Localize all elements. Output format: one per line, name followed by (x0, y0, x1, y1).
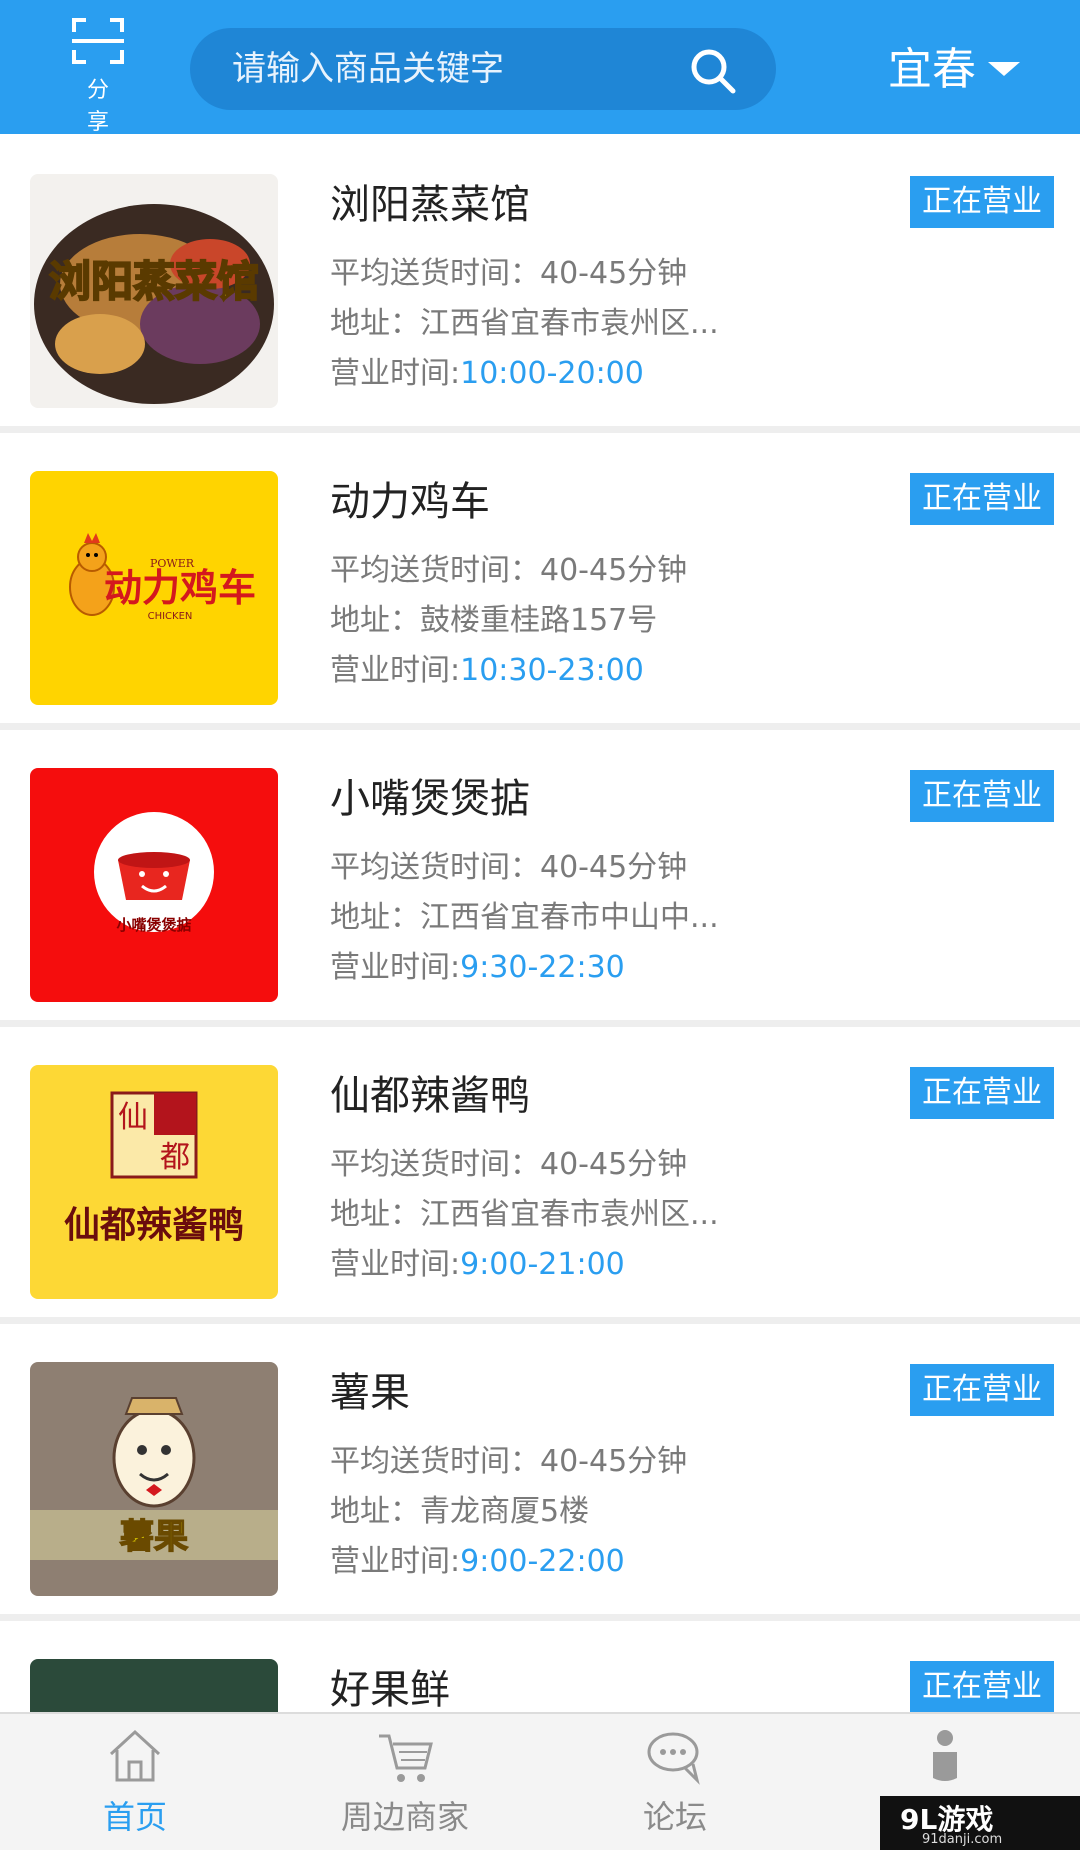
hours-value: 10:30-23:00 (460, 653, 644, 688)
business-hours: 营业时间:10:00-20:00 (330, 348, 644, 392)
chat-icon (647, 1732, 700, 1785)
delivery-time: 平均送货时间：40-45分钟 (330, 553, 688, 588)
store-item[interactable]: POWER 动力鸡车 CHICKEN 动力鸡车 正在营业 平均送货时间：40-4… (0, 433, 1080, 723)
store-address: 地址：鼓楼重桂路157号 (330, 603, 658, 638)
status-badge: 正在营业 (910, 1067, 1054, 1119)
store-name: 好果鲜 (330, 1667, 450, 1712)
logo-seal-top: 仙 (118, 1100, 148, 1135)
tab-label: 论坛 (642, 1798, 707, 1836)
store-item[interactable]: 浏阳蒸菜馆 浏阳蒸菜馆 正在营业 平均送货时间：40-45分钟 地址：江西省宜春… (0, 136, 1080, 426)
hours-label: 营业时间: (330, 653, 461, 688)
business-hours: 营业时间:9:00-22:00 (330, 1536, 625, 1580)
store-logo: 仙 都 仙都辣酱鸭 (30, 1065, 278, 1299)
person-icon (933, 1730, 957, 1781)
status-badge: 正在营业 (910, 1364, 1054, 1416)
home-icon (109, 1729, 161, 1782)
store-logo: 浏阳蒸菜馆 (30, 174, 278, 408)
tab-nearby[interactable]: 周边商家 (270, 1714, 540, 1850)
logo-text: 仙都辣酱鸭 (64, 1204, 244, 1246)
tab-home[interactable]: 首页 (0, 1714, 270, 1850)
status-badge: 正在营业 (910, 176, 1054, 228)
store-address: 地址：江西省宜春市袁州区... (330, 1197, 719, 1232)
cart-icon (379, 1734, 433, 1782)
app-header: 分 享 宜春 (0, 0, 1080, 135)
search-input[interactable] (232, 46, 692, 92)
status-badge: 正在营业 (910, 473, 1054, 525)
store-logo: 薯果 (30, 1362, 278, 1596)
business-hours: 营业时间:9:30-22:30 (330, 942, 625, 986)
store-name: 小嘴煲煲掂 (330, 776, 530, 822)
tab-label: 首页 (102, 1798, 167, 1836)
hours-value: 10:00-20:00 (460, 356, 644, 391)
store-name: 薯果 (330, 1370, 410, 1416)
city-selector[interactable]: 宜春 (888, 30, 1020, 100)
tab-label: 周边商家 (340, 1798, 469, 1836)
hours-value: 9:00-22:00 (460, 1544, 625, 1579)
scan-icon (72, 18, 124, 64)
hours-label: 营业时间: (330, 1544, 461, 1579)
logo-sub-bottom: CHICKEN (148, 611, 193, 622)
business-hours: 营业时间:9:00-21:00 (330, 1239, 625, 1283)
hours-label: 营业时间: (330, 950, 461, 985)
delivery-time: 平均送货时间：40-45分钟 (330, 1444, 688, 1479)
watermark-sub: 91danji.com (922, 1832, 1003, 1847)
store-logo (30, 1659, 278, 1712)
site-watermark: 9L游戏 91danji.com (880, 1796, 1080, 1850)
store-name: 浏阳蒸菜馆 (330, 182, 530, 228)
store-item[interactable]: 好果鲜 正在营业 (0, 1621, 1080, 1712)
logo-text: 浏阳蒸菜馆 (49, 257, 259, 306)
store-logo: POWER 动力鸡车 CHICKEN (30, 471, 278, 705)
delivery-time: 平均送货时间：40-45分钟 (330, 1147, 688, 1182)
logo-text: 薯果 (120, 1517, 188, 1557)
delivery-time: 平均送货时间：40-45分钟 (330, 256, 688, 291)
store-address: 地址：江西省宜春市中山中... (330, 900, 719, 935)
delivery-time: 平均送货时间：40-45分钟 (330, 850, 688, 885)
store-address: 地址：江西省宜春市袁州区... (330, 306, 719, 341)
tab-forum[interactable]: 论坛 (540, 1714, 810, 1850)
chevron-down-icon (988, 62, 1020, 76)
business-hours: 营业时间:10:30-23:00 (330, 645, 644, 689)
store-item[interactable]: 仙 都 仙都辣酱鸭 仙都辣酱鸭 正在营业 平均送货时间：40-45分钟 地址：江… (0, 1027, 1080, 1317)
logo-seal-bottom: 都 (160, 1140, 190, 1175)
store-item[interactable]: 小嘴煲煲掂 小嘴煲煲掂 正在营业 平均送货时间：40-45分钟 地址：江西省宜春… (0, 730, 1080, 1020)
hours-value: 9:00-21:00 (460, 1247, 625, 1282)
store-address: 地址：青龙商厦5楼 (330, 1494, 590, 1529)
city-label: 宜春 (888, 44, 976, 95)
hours-value: 9:30-22:30 (460, 950, 625, 985)
store-name: 动力鸡车 (330, 479, 490, 525)
store-name: 仙都辣酱鸭 (330, 1073, 530, 1119)
hours-label: 营业时间: (330, 356, 461, 391)
status-badge: 正在营业 (910, 770, 1054, 822)
status-badge: 正在营业 (910, 1661, 1054, 1712)
logo-text: 小嘴煲煲掂 (116, 916, 191, 934)
share-label: 分 享 (86, 78, 117, 135)
store-logo: 小嘴煲煲掂 (30, 768, 278, 1002)
search-icon[interactable] (688, 46, 738, 96)
share-button[interactable]: 分 享 (62, 16, 134, 135)
logo-text: 动力鸡车 (104, 566, 256, 610)
hours-label: 营业时间: (330, 1247, 461, 1282)
search-bar[interactable] (190, 28, 776, 110)
store-item[interactable]: 薯果 薯果 正在营业 平均送货时间：40-45分钟 地址：青龙商厦5楼 营业时间… (0, 1324, 1080, 1614)
store-list[interactable]: 浏阳蒸菜馆 浏阳蒸菜馆 正在营业 平均送货时间：40-45分钟 地址：江西省宜春… (0, 136, 1080, 1712)
